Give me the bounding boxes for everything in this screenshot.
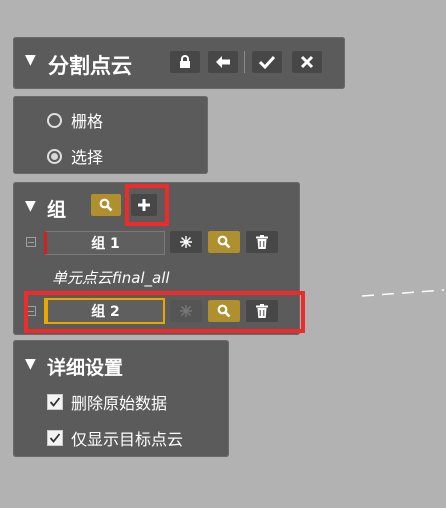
panel-title: 分割点云 <box>48 54 132 78</box>
confirm-button[interactable] <box>252 51 282 73</box>
close-icon <box>300 55 314 69</box>
search-icon <box>217 235 231 249</box>
groups-collapse-toggle[interactable]: ▼ <box>25 198 36 214</box>
viewport-dashed-line <box>361 289 445 297</box>
toolbar-divider <box>244 51 245 73</box>
radio-button[interactable] <box>47 112 62 128</box>
group-sparkle-button[interactable] <box>170 231 202 253</box>
lock-icon <box>180 55 190 68</box>
check-icon <box>49 397 61 407</box>
back-arrow-icon <box>216 56 230 68</box>
add-group-highlight <box>125 184 169 226</box>
radio-label: 选择 <box>71 148 104 167</box>
radio-option-grid[interactable]: 栅格 <box>47 108 103 132</box>
radio-option-select[interactable]: 选择 <box>47 144 103 168</box>
close-button[interactable] <box>292 51 322 73</box>
group-search-button[interactable] <box>208 231 240 253</box>
collapse-box-icon[interactable] <box>26 237 36 247</box>
group-name-field[interactable]: 组 1 <box>44 231 165 255</box>
details-title: 详细设置 <box>47 357 124 379</box>
trash-icon <box>256 235 268 249</box>
sparkle-icon <box>180 236 192 248</box>
details-collapse-toggle[interactable]: ▼ <box>25 356 36 372</box>
group-name: 组 1 <box>91 236 120 252</box>
group-2-row-highlight <box>24 291 305 333</box>
group-subtitle: 单元点云final_all <box>52 269 170 287</box>
checkbox-show-target-only[interactable]: 仅显示目标点云 <box>47 426 183 450</box>
check-icon <box>259 55 275 69</box>
checkbox-delete-original[interactable]: 删除原始数据 <box>47 390 167 414</box>
header-panel: ▼ 分割点云 <box>13 37 345 89</box>
search-icon <box>99 198 113 212</box>
radio-button-selected[interactable] <box>47 148 62 164</box>
group-delete-button[interactable] <box>246 231 278 253</box>
search-groups-button[interactable] <box>91 194 121 216</box>
checkbox-label: 仅显示目标点云 <box>71 430 184 449</box>
checkbox[interactable] <box>47 430 63 446</box>
mode-panel <box>13 96 208 174</box>
check-icon <box>49 433 61 443</box>
back-button[interactable] <box>208 51 238 73</box>
groups-title: 组 <box>47 199 67 221</box>
lock-button[interactable] <box>170 51 200 73</box>
header-collapse-toggle[interactable]: ▼ <box>25 52 36 68</box>
checkbox[interactable] <box>47 394 63 410</box>
radio-label: 栅格 <box>71 112 104 131</box>
checkbox-label: 删除原始数据 <box>71 394 168 413</box>
